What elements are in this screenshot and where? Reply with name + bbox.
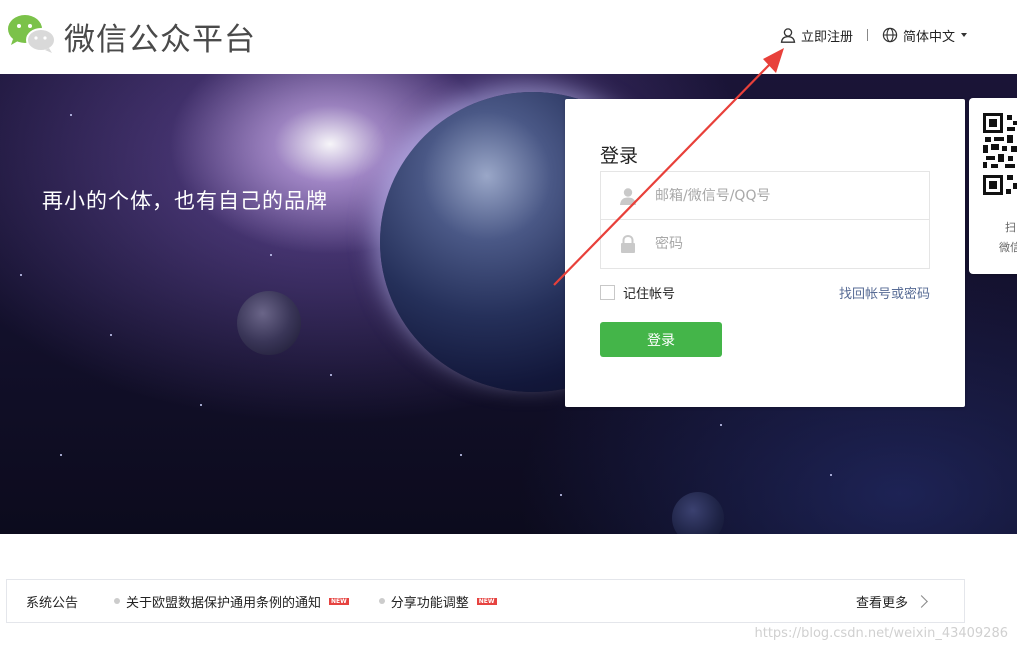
distant-planet-illustration (672, 492, 724, 534)
notice-item[interactable]: 关于欧盟数据保护通用条例的通知 NEW (114, 592, 349, 611)
password-input[interactable] (655, 236, 915, 252)
wechat-logo-icon[interactable] (5, 12, 57, 54)
qr-tip-line2: 微信 (999, 241, 1017, 254)
chevron-right-icon (915, 594, 928, 608)
header: 微信公众平台 立即注册 简体中文 (0, 0, 1017, 74)
notice-label: 系统公告 (26, 595, 79, 611)
moon-illustration (237, 291, 301, 355)
new-badge: NEW (476, 597, 497, 605)
language-selector-label: 简体中文 (902, 29, 955, 45)
globe-icon (882, 27, 898, 43)
language-selector[interactable]: 简体中文 (882, 26, 967, 45)
login-panel: 登录 记住帐号 找回帐号或密码 登录 (565, 99, 965, 407)
bullet-icon (114, 598, 120, 604)
header-divider (866, 29, 868, 41)
user-icon (601, 187, 655, 205)
password-field[interactable] (600, 220, 930, 269)
login-title: 登录 (600, 145, 639, 167)
notice-item-title: 分享功能调整 (390, 595, 469, 611)
login-button[interactable]: 登录 (600, 322, 722, 357)
new-badge: NEW (329, 597, 349, 605)
qr-code-icon (983, 113, 1017, 195)
watermark: https://blog.csdn.net/weixin_43409286 (754, 626, 1008, 641)
qr-login-panel[interactable]: 扫 微信 (969, 98, 1017, 274)
lock-icon (601, 235, 655, 253)
notice-item[interactable]: 分享功能调整 NEW (378, 592, 497, 611)
register-link[interactable]: 立即注册 (780, 26, 853, 45)
remember-checkbox[interactable] (600, 285, 615, 300)
qr-tip: 扫 微信 (999, 218, 1017, 258)
forgot-password-link[interactable]: 找回帐号或密码 (839, 283, 930, 302)
banner-slogan: 再小的个体，也有自己的品牌 (42, 189, 328, 213)
register-link-label: 立即注册 (800, 29, 853, 45)
remember-label: 记住帐号 (623, 287, 676, 302)
view-more-label: 查看更多 (855, 595, 908, 611)
caret-down-icon (961, 33, 967, 37)
qr-tip-line1: 扫 (1005, 221, 1016, 234)
system-notice-bar: 系统公告 关于欧盟数据保护通用条例的通知 NEW 分享功能调整 NEW 查看更多 (6, 579, 965, 623)
site-title: 微信公众平台 (64, 22, 256, 58)
bullet-icon (378, 598, 385, 604)
remember-account[interactable]: 记住帐号 (600, 283, 675, 302)
account-input[interactable] (655, 187, 915, 204)
header-links: 立即注册 简体中文 (780, 24, 967, 46)
notice-item-title: 关于欧盟数据保护通用条例的通知 (126, 595, 322, 611)
account-field[interactable] (600, 171, 930, 220)
user-icon (780, 28, 796, 43)
view-more-link[interactable]: 查看更多 (855, 592, 928, 611)
